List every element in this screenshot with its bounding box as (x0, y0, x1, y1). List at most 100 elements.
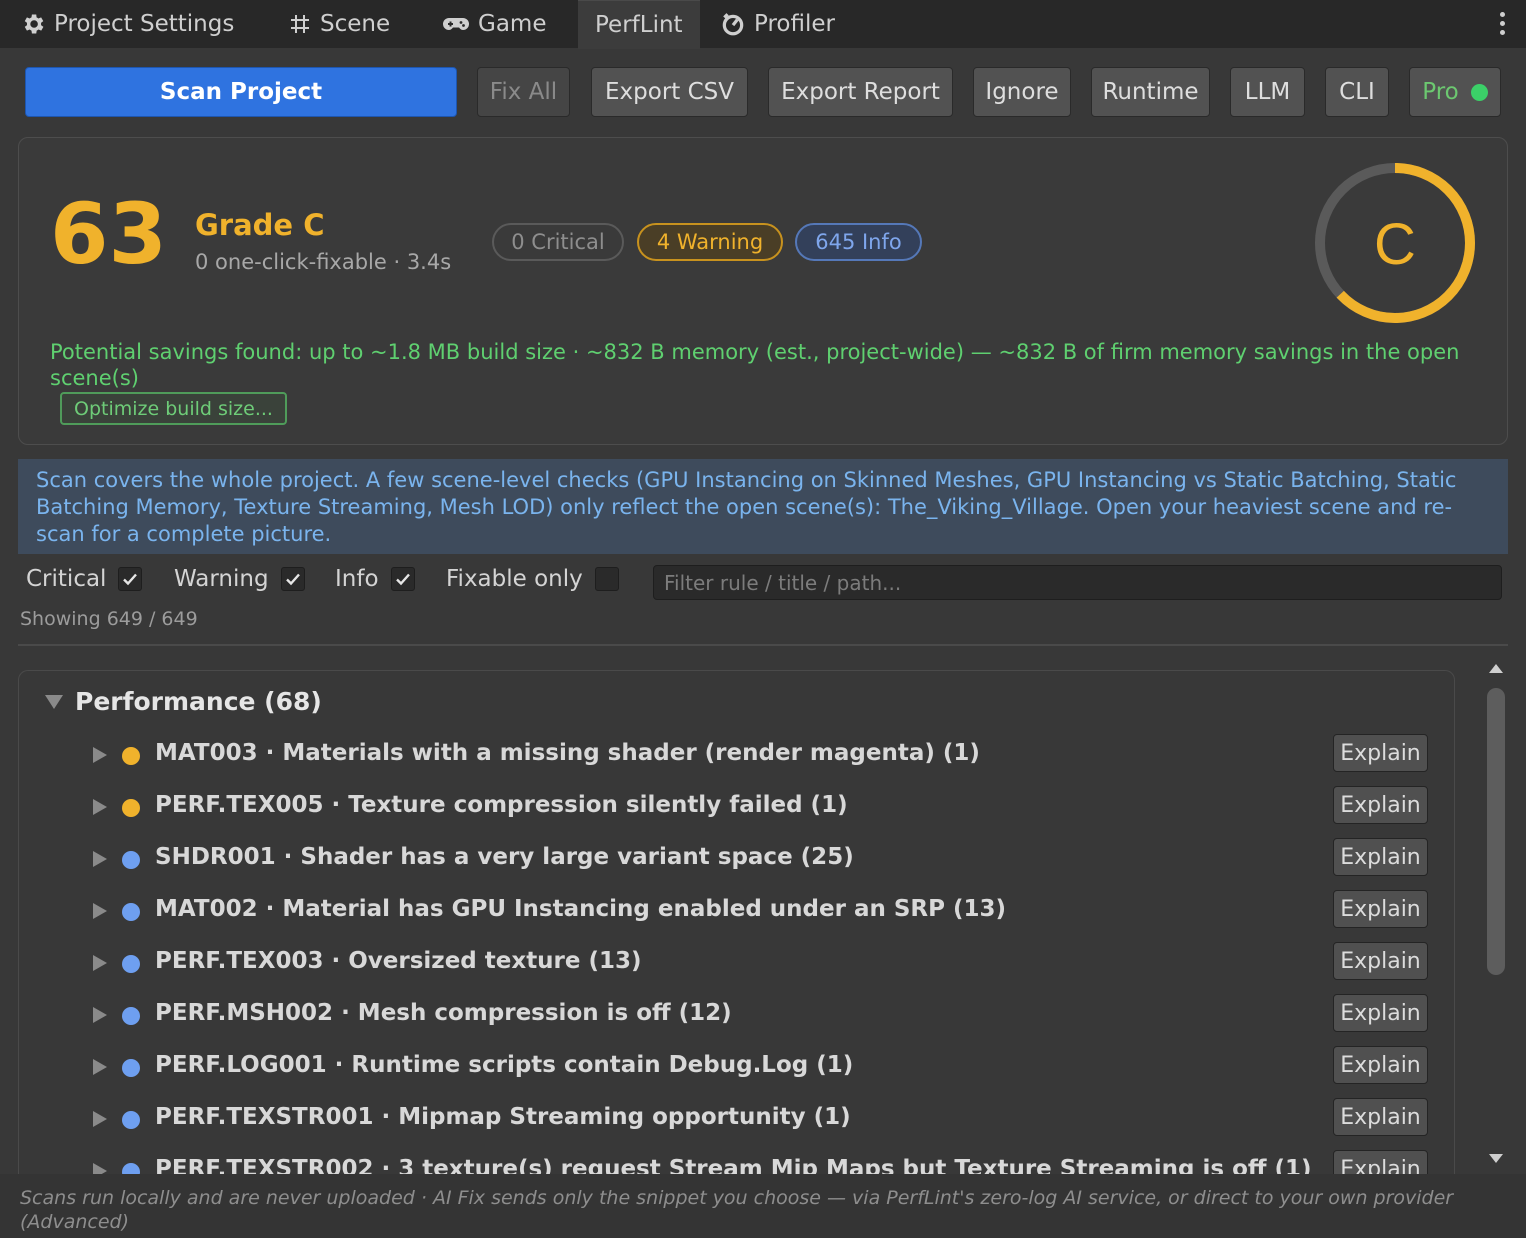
tab-label: Profiler (754, 11, 835, 37)
issue-row[interactable]: PERF.MSH002 · Mesh compression is off (1… (19, 991, 1454, 1043)
grade-title: Grade C (195, 208, 325, 242)
expand-arrow-icon[interactable] (93, 955, 107, 971)
severity-dot-icon (122, 1163, 140, 1174)
expand-arrow-icon[interactable] (93, 747, 107, 763)
tab-scene[interactable]: Scene (288, 0, 390, 48)
filter-search-input[interactable] (653, 565, 1502, 600)
expand-arrow-icon[interactable] (93, 1163, 107, 1174)
issue-title: PERF.TEXSTR001 · Mipmap Streaming opport… (155, 1104, 851, 1130)
critical-count-badge[interactable]: 0 Critical (492, 223, 624, 261)
issue-title: PERF.LOG001 · Runtime scripts contain De… (155, 1052, 854, 1078)
severity-dot-icon (122, 1111, 140, 1129)
fixable-only-filter[interactable]: Fixable only (446, 566, 619, 592)
issue-row[interactable]: MAT003 · Materials with a missing shader… (19, 731, 1454, 783)
issue-row[interactable]: PERF.TEXSTR002 · 3 texture(s) request St… (19, 1147, 1454, 1174)
export-csv-button[interactable]: Export CSV (591, 67, 748, 117)
pro-label: Pro (1422, 79, 1459, 105)
privacy-footer-text: Scans run locally and are never uploaded… (20, 1187, 1454, 1233)
issue-row[interactable]: MAT002 · Material has GPU Instancing ena… (19, 887, 1454, 939)
critical-filter-label: Critical (26, 566, 107, 592)
more-options-icon[interactable] (1500, 12, 1506, 35)
explain-button[interactable]: Explain (1333, 1150, 1428, 1174)
tab-perflint[interactable]: PerfLint (578, 0, 700, 49)
severity-dot-icon (122, 1007, 140, 1025)
issue-title: PERF.MSH002 · Mesh compression is off (1… (155, 1000, 732, 1026)
expand-arrow-icon[interactable] (93, 799, 107, 815)
explain-button[interactable]: Explain (1333, 786, 1428, 824)
scrollbar-thumb[interactable] (1487, 688, 1505, 975)
profiler-icon (722, 13, 744, 36)
scroll-up-arrow-icon[interactable] (1489, 664, 1503, 673)
warning-count-badge[interactable]: 4 Warning (637, 223, 783, 261)
results-list: Performance (68) MAT003 · Materials with… (18, 670, 1455, 1174)
expand-arrow-icon[interactable] (93, 903, 107, 919)
issue-row[interactable]: PERF.TEXSTR001 · Mipmap Streaming opport… (19, 1095, 1454, 1147)
warning-filter-label: Warning (174, 566, 269, 592)
ignore-button[interactable]: Ignore (973, 67, 1071, 117)
expand-arrow-icon[interactable] (93, 851, 107, 867)
explain-button[interactable]: Explain (1333, 838, 1428, 876)
fixable-only-label: Fixable only (446, 566, 583, 592)
privacy-footer: Scans run locally and are never uploaded… (0, 1174, 1526, 1238)
showing-count: Showing 649 / 649 (20, 608, 198, 630)
issue-row[interactable]: PERF.TEX005 · Texture compression silent… (19, 783, 1454, 835)
issue-row[interactable]: PERF.LOG001 · Runtime scripts contain De… (19, 1043, 1454, 1095)
group-title: Performance (68) (75, 687, 322, 716)
expand-triangle-icon[interactable] (45, 694, 63, 709)
fixable-subline: 0 one-click-fixable · 3.4s (195, 250, 452, 274)
issue-row[interactable]: PERF.TEX003 · Oversized texture (13) Expl… (19, 939, 1454, 991)
llm-button[interactable]: LLM (1230, 67, 1305, 117)
explain-button[interactable]: Explain (1333, 994, 1428, 1032)
severity-dot-icon (122, 747, 140, 765)
tab-label: Scene (320, 11, 391, 37)
group-header-performance[interactable]: Performance (68) (45, 687, 322, 716)
info-count-badge[interactable]: 645 Info (795, 223, 922, 261)
cli-button[interactable]: CLI (1325, 67, 1389, 117)
expand-arrow-icon[interactable] (93, 1059, 107, 1075)
scan-scope-notice: Scan covers the whole project. A few sce… (18, 459, 1508, 554)
critical-checkbox[interactable] (118, 567, 143, 591)
gear-icon (24, 14, 44, 34)
severity-dot-icon (122, 799, 140, 817)
tab-project-settings[interactable]: Project Settings (20, 0, 234, 48)
checkmark-icon (395, 573, 410, 586)
explain-button[interactable]: Explain (1333, 890, 1428, 928)
critical-filter[interactable]: Critical (26, 566, 143, 592)
issue-title: PERF.TEX005 · Texture compression silent… (155, 792, 848, 818)
severity-dot-icon (122, 1059, 140, 1077)
issue-row[interactable]: SHDR001 · Shader has a very large varian… (19, 835, 1454, 887)
gamepad-icon (443, 18, 469, 30)
info-filter[interactable]: Info (335, 566, 415, 592)
runtime-button[interactable]: Runtime (1091, 67, 1210, 117)
issue-title: PERF.TEX003 · Oversized texture (13) (155, 948, 642, 974)
pro-status-dot (1470, 83, 1488, 101)
score-value: 63 (50, 185, 167, 283)
export-report-button[interactable]: Export Report (768, 67, 953, 117)
checkmark-icon (123, 573, 138, 586)
info-checkbox[interactable] (390, 567, 415, 591)
warning-filter[interactable]: Warning (174, 566, 305, 592)
issue-title: PERF.TEXSTR002 · 3 texture(s) request St… (155, 1156, 1312, 1174)
expand-arrow-icon[interactable] (93, 1007, 107, 1023)
fixable-only-checkbox[interactable] (594, 567, 619, 591)
explain-button[interactable]: Explain (1333, 1098, 1428, 1136)
tab-label: Project Settings (54, 11, 235, 37)
explain-button[interactable]: Explain (1333, 1046, 1428, 1084)
pro-button[interactable]: Pro (1409, 67, 1501, 117)
grid-icon (291, 15, 309, 33)
scroll-down-arrow-icon[interactable] (1489, 1154, 1503, 1163)
warning-checkbox[interactable] (280, 567, 305, 591)
checkmark-icon (285, 573, 300, 586)
tab-profiler[interactable]: Profiler (720, 0, 835, 48)
info-filter-label: Info (335, 566, 379, 592)
severity-dot-icon (122, 851, 140, 869)
tab-label: Game (478, 11, 547, 37)
explain-button[interactable]: Explain (1333, 942, 1428, 980)
optimize-build-size-button[interactable]: Optimize build size... (60, 392, 287, 425)
expand-arrow-icon[interactable] (93, 1111, 107, 1127)
scan-project-button[interactable]: Scan Project (25, 67, 457, 117)
tab-game[interactable]: Game (442, 0, 546, 48)
fix-all-button[interactable]: Fix All (477, 67, 570, 117)
explain-button[interactable]: Explain (1333, 734, 1428, 772)
severity-dot-icon (122, 903, 140, 921)
